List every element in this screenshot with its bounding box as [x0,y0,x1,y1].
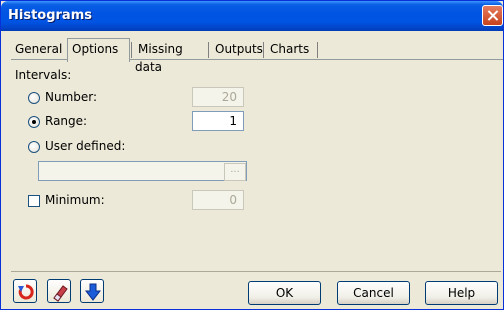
cancel-button[interactable]: Cancel [337,281,410,305]
range-field[interactable]: 1 [192,111,244,131]
help-button[interactable]: Help [425,281,498,305]
footer-divider [11,271,501,272]
eraser-icon [53,285,68,302]
tab-charts-label: Charts [270,42,310,56]
window-title: Histograms [8,8,92,23]
reset-button[interactable] [13,279,37,303]
title-bar: Histograms [1,1,503,31]
tab-charts[interactable]: Charts [263,40,318,60]
range-label: Range: [45,114,88,128]
user-defined-label: User defined: [45,139,126,153]
tab-missing-data[interactable]: Missing data [131,40,213,74]
tab-options[interactable]: Options [67,38,130,62]
minimum-field[interactable]: 0 [192,190,244,210]
user-defined-radio[interactable] [28,141,40,153]
number-label: Number: [45,90,98,104]
range-radio[interactable] [28,116,40,128]
user-defined-field[interactable] [38,161,247,181]
move-down-button[interactable] [80,279,104,303]
browse-button[interactable]: ... [224,163,246,181]
minimum-checkbox[interactable] [28,195,40,207]
minimum-label: Minimum: [45,193,105,207]
tab-general[interactable]: General [11,40,69,60]
tab-outputs-label: Outputs [215,42,263,56]
close-button[interactable] [482,5,503,26]
clear-button[interactable] [47,279,71,303]
down-arrow-icon [84,283,102,301]
reset-icon [18,284,34,300]
histograms-dialog: Histograms General Options Missing data … [0,0,504,310]
intervals-label: Intervals: [15,68,72,82]
ok-button[interactable]: OK [248,281,321,305]
tab-outputs[interactable]: Outputs [208,40,264,60]
number-field[interactable]: 20 [192,87,244,107]
number-radio[interactable] [28,92,40,104]
